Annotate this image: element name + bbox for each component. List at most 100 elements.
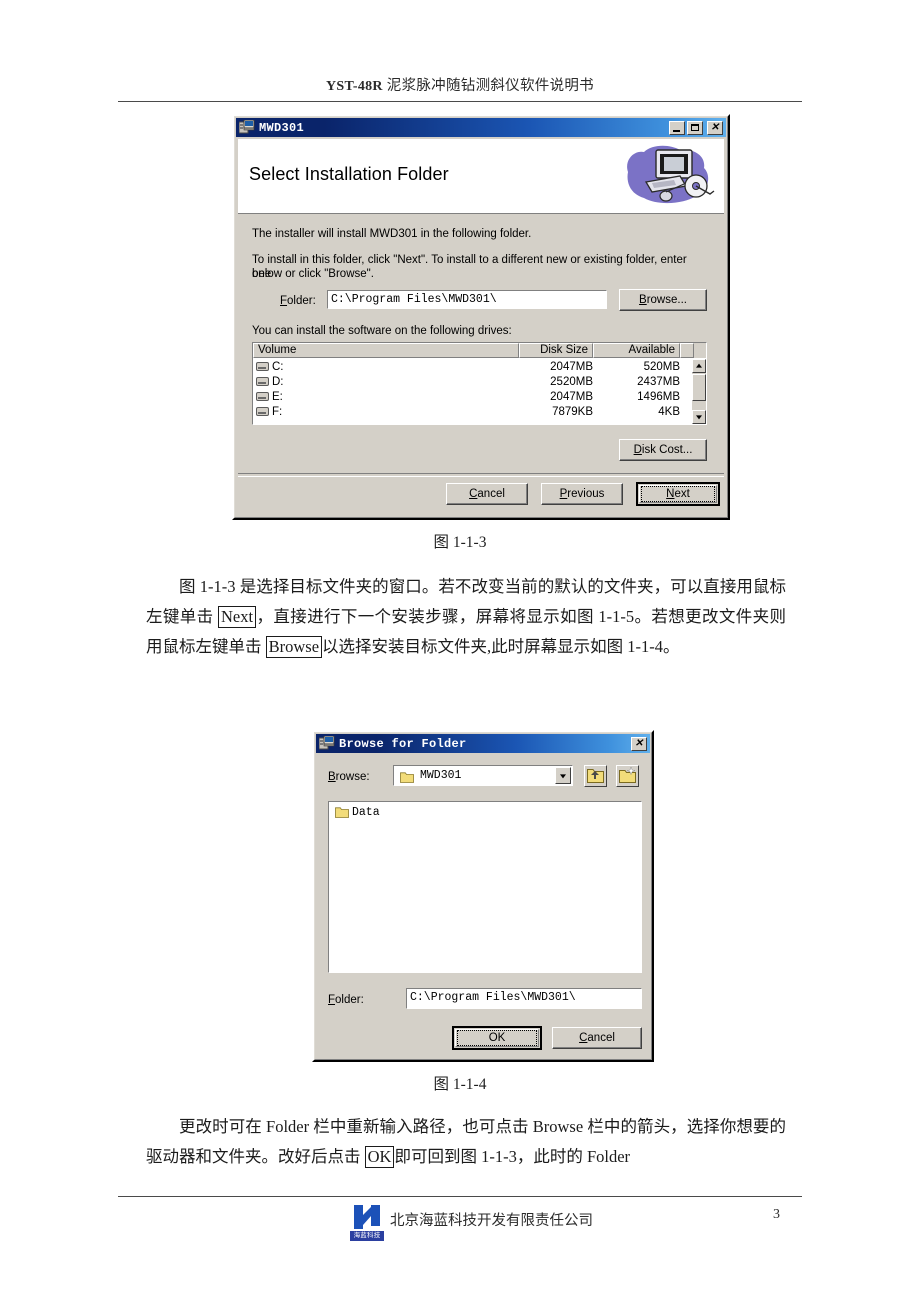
- cell-available: 520MB: [643, 360, 680, 373]
- previous-button[interactable]: Previous: [541, 483, 623, 505]
- arrow-up-icon: [696, 363, 702, 368]
- window-controls: ✕: [667, 120, 723, 135]
- table-row[interactable]: C: 2047MB 520MB: [253, 359, 692, 374]
- p2-text-b: 即可回到图 1-1-3，此时的 Folder: [394, 1147, 631, 1166]
- cell-disk-size: 7879KB: [552, 405, 593, 418]
- document-page: YST-48R 泥浆脉冲随钻测斜仪软件说明书 MWD301 ✕ Select I…: [0, 0, 920, 1302]
- cell-available: 2437MB: [637, 375, 680, 388]
- browse-body: Browse: MWD301 Data Folder: C:\Program F…: [318, 755, 648, 1056]
- browse-dialog-title: Browse for Folder: [339, 736, 467, 751]
- disk-cost-button[interactable]: Disk Cost...: [619, 439, 707, 461]
- drive-icon: [256, 392, 269, 401]
- new-folder-button[interactable]: [616, 765, 639, 787]
- installer-titlebar[interactable]: MWD301 ✕: [236, 118, 726, 137]
- installer-package-icon: [318, 735, 335, 751]
- company-logo: 海蓝科技: [350, 1204, 384, 1242]
- folder-path-input[interactable]: C:\Program Files\MWD301\: [406, 988, 642, 1009]
- drives-list-header: Volume Disk Size Available: [253, 343, 706, 358]
- footer-separator: [238, 473, 724, 477]
- cell-disk-size: 2047MB: [550, 360, 593, 373]
- drives-list-rows: C: 2047MB 520MB D: 2520MB 2437MB E: 2047…: [253, 359, 692, 424]
- cell-available: 1496MB: [637, 390, 680, 403]
- browse-combobox-value: MWD301: [420, 769, 462, 782]
- browse-for-folder-dialog: Browse for Folder ✕ Browse: MWD301 Data …: [312, 730, 654, 1062]
- arrow-down-icon: [696, 415, 702, 420]
- installer-dialog: MWD301 ✕ Select Installation Folder The …: [232, 114, 730, 520]
- page-title: Select Installation Folder: [249, 164, 449, 184]
- page-number: 3: [773, 1207, 780, 1222]
- drive-icon: [256, 407, 269, 416]
- cell-volume: C:: [272, 360, 284, 373]
- folder-up-icon: [585, 767, 606, 785]
- page-footer: 海蓝科技 北京海蓝科技开发有限责任公司 3: [118, 1200, 802, 1244]
- scroll-thumb[interactable]: [692, 374, 706, 401]
- figure-caption-1: 图 1-1-3: [433, 534, 487, 551]
- column-volume[interactable]: Volume: [253, 343, 519, 358]
- paragraph-2: 更改时可在 Folder 栏中重新输入路径，也可点击 Browse 栏中的箭头，…: [146, 1112, 786, 1172]
- inline-ok-button-ref: OK: [364, 1146, 395, 1168]
- table-row[interactable]: E: 2047MB 1496MB: [253, 389, 692, 404]
- scroll-down-button[interactable]: [692, 410, 706, 424]
- ok-button[interactable]: OK: [452, 1026, 542, 1050]
- cell-disk-size: 2520MB: [550, 375, 593, 388]
- drive-icon: [256, 377, 269, 386]
- browse-label: Browse:: [328, 771, 370, 783]
- column-disk-size[interactable]: Disk Size: [519, 343, 593, 358]
- installer-line1: The installer will install MWD301 in the…: [252, 228, 532, 240]
- cell-available: 4KB: [658, 405, 680, 418]
- minimize-button[interactable]: [669, 120, 685, 135]
- header-rule: [118, 101, 802, 102]
- drives-list-scrollbar[interactable]: [692, 359, 706, 424]
- column-spacer: [680, 343, 694, 358]
- table-row[interactable]: D: 2520MB 2437MB: [253, 374, 692, 389]
- scroll-up-button[interactable]: [692, 359, 706, 373]
- folder-up-button[interactable]: [584, 765, 607, 787]
- folder-path-input[interactable]: C:\Program Files\MWD301\: [327, 290, 607, 309]
- installer-package-icon: [238, 119, 255, 135]
- folder-label: Folder:: [328, 994, 364, 1006]
- close-button[interactable]: ✕: [631, 736, 647, 751]
- chevron-down-icon[interactable]: [555, 767, 571, 784]
- folder-name: Data: [352, 806, 380, 819]
- running-head-latin: YST-48R: [326, 79, 383, 94]
- cell-volume: F:: [272, 405, 283, 418]
- installer-dialog-title: MWD301: [259, 120, 305, 135]
- cancel-button[interactable]: Cancel: [552, 1027, 642, 1049]
- close-button[interactable]: ✕: [707, 120, 723, 135]
- browse-titlebar[interactable]: Browse for Folder ✕: [316, 734, 650, 753]
- cell-volume: E:: [272, 390, 283, 403]
- drives-list[interactable]: Volume Disk Size Available C: 2047MB 520…: [252, 342, 707, 425]
- computer-and-cd-icon: [622, 142, 718, 208]
- table-row[interactable]: F: 7879KB 4KB: [253, 404, 692, 419]
- new-folder-icon: [617, 767, 638, 785]
- folder-icon: [335, 807, 349, 818]
- running-head: YST-48R 泥浆脉冲随钻测斜仪软件说明书: [110, 74, 810, 95]
- window-controls: ✕: [627, 736, 647, 751]
- running-head-cjk: 泥浆脉冲随钻测斜仪软件说明书: [382, 78, 594, 94]
- inline-next-button-ref: Next: [218, 606, 257, 628]
- logo-caption: 海蓝科技: [350, 1231, 384, 1241]
- installer-line3: below or click "Browse".: [252, 268, 374, 280]
- cancel-button[interactable]: Cancel: [446, 483, 528, 505]
- next-button[interactable]: Next: [636, 482, 720, 506]
- p1-text-c: 以选择安装目标文件夹,此时屏幕显示如图 1-1-4。: [322, 637, 680, 656]
- folder-tree[interactable]: Data: [328, 801, 642, 973]
- close-icon: ✕: [710, 121, 720, 133]
- list-item[interactable]: Data: [335, 806, 380, 819]
- figure-caption-2: 图 1-1-4: [433, 1076, 487, 1093]
- maximize-button[interactable]: [687, 120, 703, 135]
- footer-rule: [118, 1196, 802, 1197]
- drive-icon: [256, 362, 269, 371]
- cell-disk-size: 2047MB: [550, 390, 593, 403]
- drives-intro: You can install the software on the foll…: [252, 325, 512, 337]
- folder-icon: [400, 770, 414, 783]
- installer-body: The installer will install MWD301 in the…: [238, 215, 724, 514]
- column-available[interactable]: Available: [593, 343, 680, 358]
- inline-browse-button-ref: Browse: [265, 636, 323, 658]
- browse-button[interactable]: Browse...: [619, 289, 707, 311]
- browse-combobox[interactable]: MWD301: [393, 765, 573, 786]
- close-icon: ✕: [634, 737, 644, 749]
- hailan-h-icon: [352, 1204, 382, 1230]
- cell-volume: D:: [272, 375, 284, 388]
- paragraph-1: 图 1-1-3 是选择目标文件夹的窗口。若不改变当前的默认的文件夹，可以直接用鼠…: [146, 572, 786, 662]
